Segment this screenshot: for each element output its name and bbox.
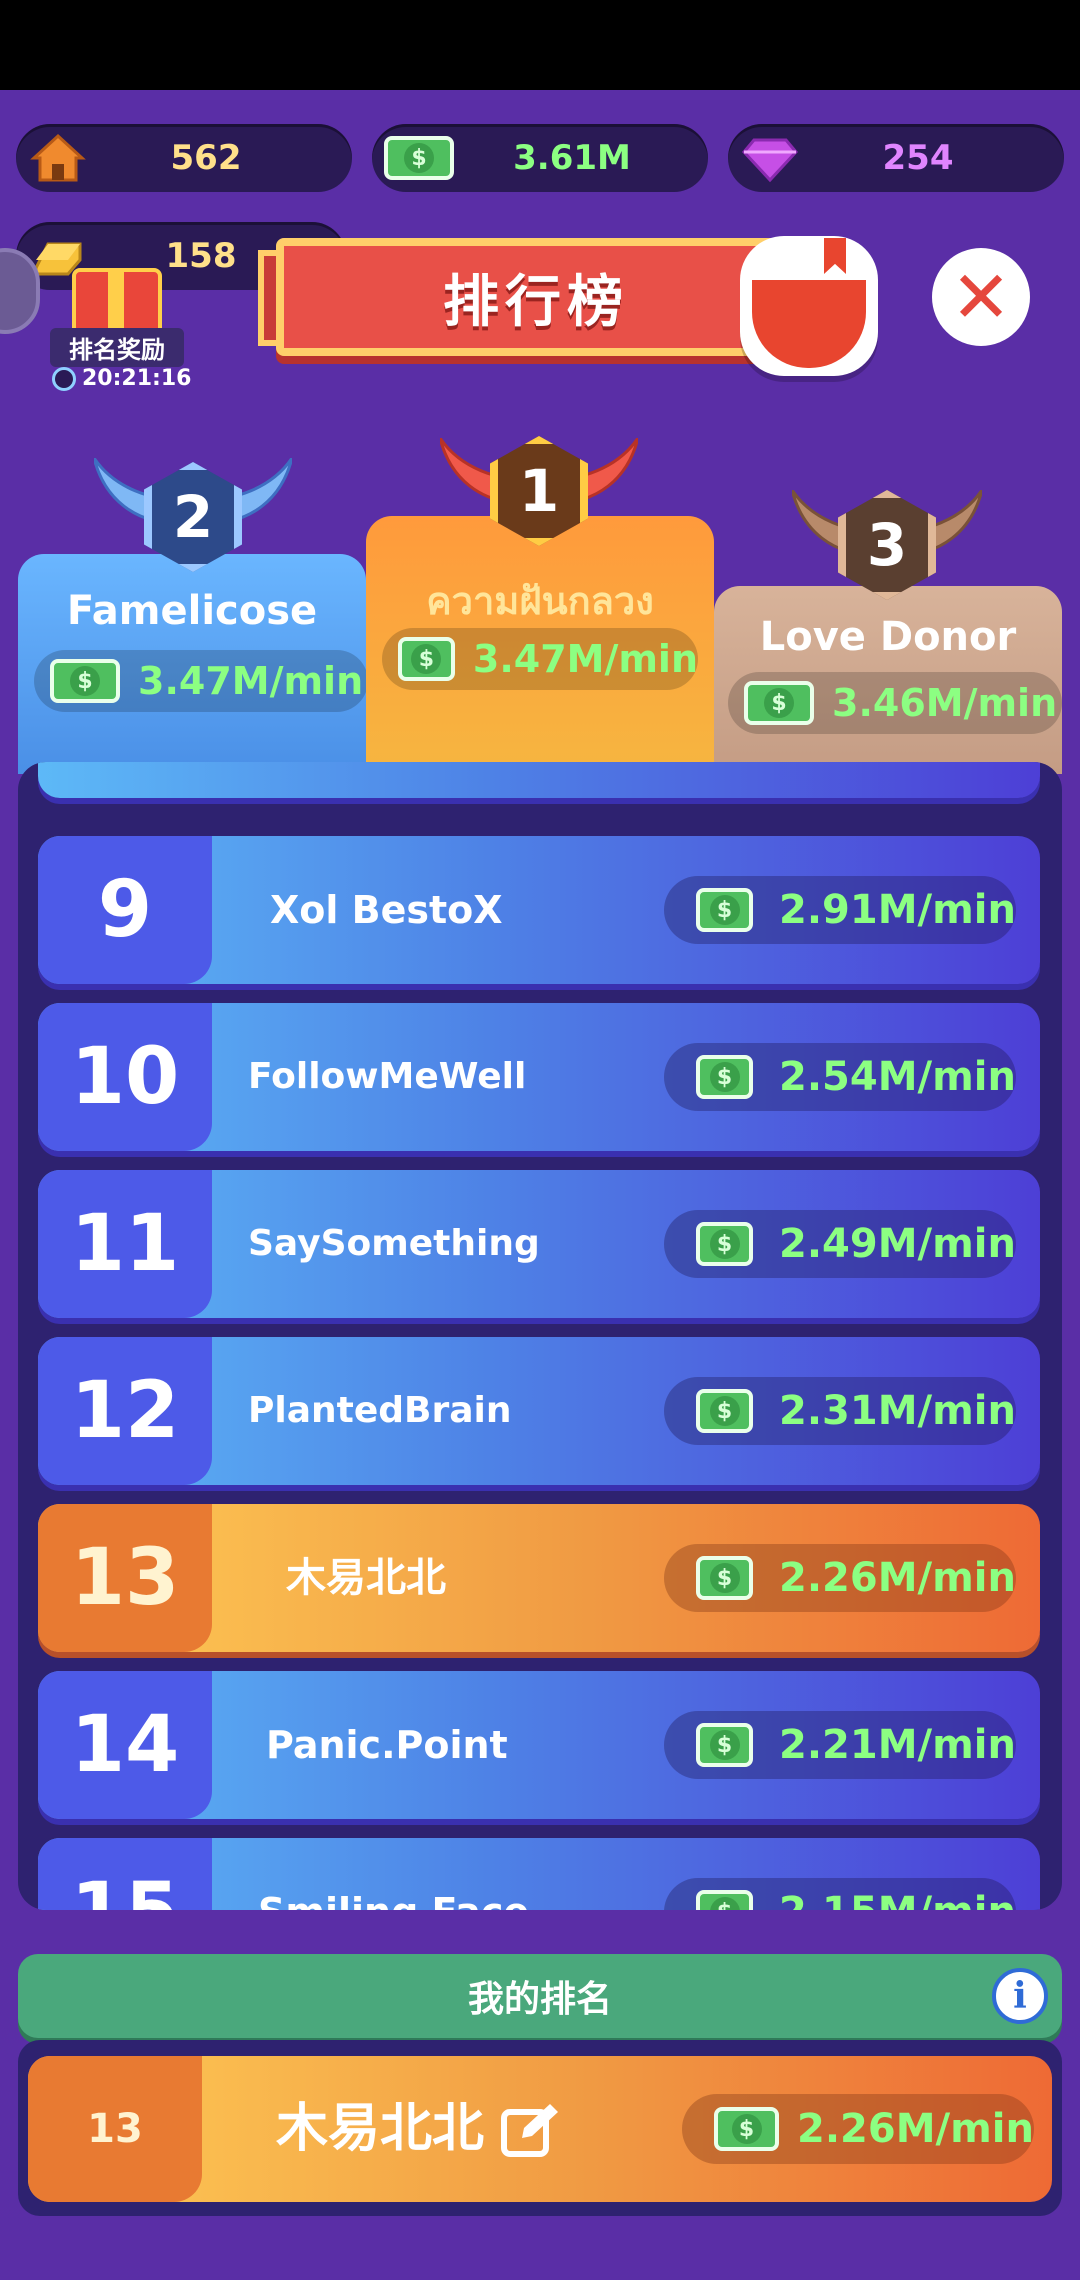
rank-number: 15 xyxy=(38,1838,212,1910)
cash-icon: $ xyxy=(696,888,754,932)
house-value: 562 xyxy=(170,138,242,178)
podium-rank-1[interactable]: ความฝันกลวง $ 3.47M/min xyxy=(366,516,714,774)
cash-icon: $ xyxy=(696,1890,754,1910)
cash-icon: $ xyxy=(696,1389,754,1433)
podium-name-1: ความฝันกลวง xyxy=(426,579,654,623)
edit-icon[interactable] xyxy=(500,2100,560,2160)
rank-number: 9 xyxy=(38,836,212,984)
rank-number: 13 xyxy=(38,1504,212,1652)
podium-rate-2: $ 3.47M/min xyxy=(34,650,368,712)
player-rate: $ 2.15M/min xyxy=(664,1878,1016,1910)
close-icon: ✕ xyxy=(950,255,1012,339)
list-item[interactable]: 12 PlantedBrain $ 2.31M/min xyxy=(38,1337,1040,1485)
player-rate: $ 2.21M/min xyxy=(664,1711,1016,1779)
my-rank-card: 13 木易北北 $ 2.26M/min xyxy=(18,2040,1062,2216)
player-rate: $ 2.49M/min xyxy=(664,1210,1016,1278)
cash-currency-pill[interactable]: $ 3.61M xyxy=(372,124,708,192)
cash-icon: $ xyxy=(696,1222,754,1266)
podium-name-2: Famelicose xyxy=(66,588,318,634)
status-bar xyxy=(0,0,1080,90)
reward-timer: 20:21:16 xyxy=(52,366,191,391)
list-item[interactable]: 11 SaySomething $ 2.49M/min xyxy=(38,1170,1040,1318)
player-name: PlantedBrain xyxy=(248,1390,512,1431)
player-rate: $ 2.91M/min xyxy=(664,876,1016,944)
leaderboard-list[interactable]: 9 Xol BestoX $ 2.91M/min 10 FollowMeWell… xyxy=(18,762,1062,1910)
podium-rank-3[interactable]: Love Donor $ 3.46M/min xyxy=(714,586,1062,774)
gem-currency-pill[interactable]: 254 xyxy=(728,124,1064,192)
my-rank-number: 13 xyxy=(28,2056,202,2202)
my-rank-header: 我的排名 i xyxy=(18,1954,1062,2038)
cash-icon: $ xyxy=(744,681,814,725)
player-name: 木易北北 xyxy=(286,1555,446,1601)
podium-rate-3: $ 3.46M/min xyxy=(728,672,1062,734)
player-rate: $ 2.54M/min xyxy=(664,1043,1016,1111)
clock-icon xyxy=(52,366,76,391)
cash-icon: $ xyxy=(696,1723,754,1767)
list-item-current-user[interactable]: 13 木易北北 $ 2.26M/min xyxy=(38,1504,1040,1652)
my-rank-title: 我的排名 xyxy=(467,1979,612,2020)
list-item[interactable]: 14 Panic.Point $ 2.21M/min xyxy=(38,1671,1040,1819)
player-name: Panic.Point xyxy=(266,1723,508,1767)
player-name: Xol BestoX xyxy=(270,888,503,932)
rank-number: 14 xyxy=(38,1671,212,1819)
podium-rate-1: $ 3.47M/min xyxy=(382,628,698,690)
rank-3-medal-icon: 3 xyxy=(792,486,982,604)
player-rate: $ 2.26M/min xyxy=(664,1544,1016,1612)
rank-number: 10 xyxy=(38,1003,212,1151)
cash-icon: $ xyxy=(714,2107,780,2151)
player-name: FollowMeWell xyxy=(248,1056,527,1097)
page-title: 排行榜 xyxy=(443,269,629,335)
player-name: Smiling Face xyxy=(258,1838,529,1910)
app-logo xyxy=(740,236,878,376)
house-icon xyxy=(30,133,86,182)
rank-2-medal-icon: 2 xyxy=(94,458,292,576)
list-item[interactable]: 10 FollowMeWell $ 2.54M/min xyxy=(38,1003,1040,1151)
list-item-partial-top xyxy=(38,762,1040,798)
tomato-icon xyxy=(752,280,866,368)
gem-value: 254 xyxy=(882,138,954,178)
title-banner: 排行榜 xyxy=(276,238,796,356)
cash-icon: $ xyxy=(384,136,454,188)
ranking-reward-label: 排名奖励 xyxy=(50,328,184,367)
list-item[interactable]: 9 Xol BestoX $ 2.91M/min xyxy=(38,836,1040,984)
reward-timer-value: 20:21:16 xyxy=(82,366,192,391)
cash-value: 3.61M xyxy=(513,138,631,178)
rank-number: 12 xyxy=(38,1337,212,1485)
house-currency-pill[interactable]: 562 xyxy=(16,124,352,192)
my-player-name: 木易北北 xyxy=(276,2099,485,2159)
player-rate: $ 2.31M/min xyxy=(664,1377,1016,1445)
my-rank-row[interactable]: 13 木易北北 $ 2.26M/min xyxy=(28,2056,1052,2202)
bookmark-icon xyxy=(824,238,846,274)
rank-number: 11 xyxy=(38,1170,212,1318)
cash-icon: $ xyxy=(398,637,455,681)
podium-name-3: Love Donor xyxy=(759,614,1017,660)
gem-icon xyxy=(742,138,798,183)
rank-1-medal-icon: 1 xyxy=(440,432,638,550)
list-item[interactable]: 15 Smiling Face $ 2.15M/min xyxy=(38,1838,1040,1910)
player-name: SaySomething xyxy=(248,1223,540,1264)
podium-rank-2[interactable]: Famelicose $ 3.47M/min xyxy=(18,554,368,774)
cash-icon: $ xyxy=(696,1556,754,1600)
info-icon[interactable]: i xyxy=(992,1968,1048,2024)
close-button[interactable]: ✕ xyxy=(932,248,1030,346)
cash-icon: $ xyxy=(50,659,120,703)
my-player-rate: $ 2.26M/min xyxy=(682,2094,1034,2164)
cash-icon: $ xyxy=(696,1055,754,1099)
